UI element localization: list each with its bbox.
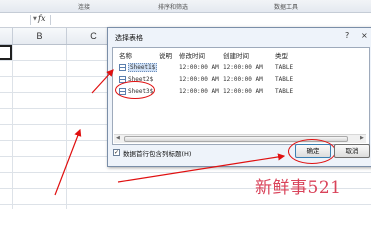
arrow-to-sheet1: [91, 69, 114, 94]
arrow-to-worksheet: [54, 128, 82, 196]
watermark-text: 新鲜事521: [255, 178, 342, 198]
